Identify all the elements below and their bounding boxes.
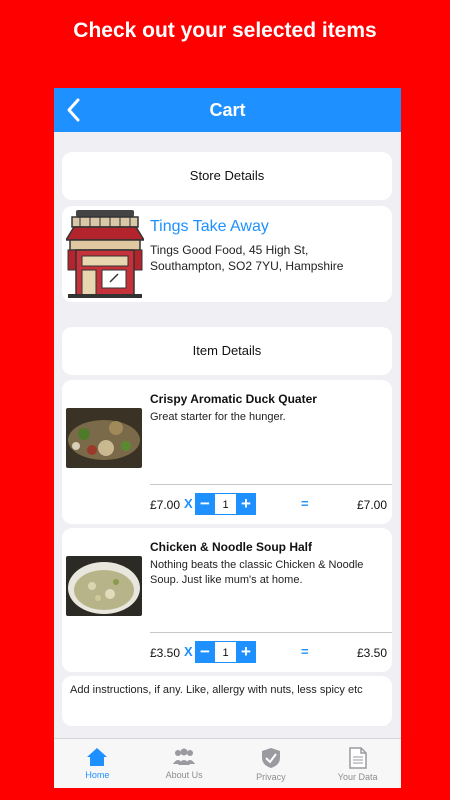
divider xyxy=(150,484,392,485)
tab-your-data[interactable]: Your Data xyxy=(314,739,401,788)
tab-privacy[interactable]: Privacy xyxy=(228,739,315,788)
line-total: £3.50 xyxy=(356,646,387,660)
people-icon xyxy=(173,748,196,765)
item-name: Crispy Aromatic Duck Quater xyxy=(150,392,317,406)
store-card: Tings Take Away Tings Good Food, 45 High… xyxy=(62,206,392,302)
unit-price: £7.00 xyxy=(150,498,181,512)
increase-quantity-button[interactable]: + xyxy=(236,641,256,663)
decrease-quantity-button[interactable]: − xyxy=(195,493,215,515)
cart-item: Crispy Aromatic Duck Quater Great starte… xyxy=(62,380,392,524)
tab-about-us[interactable]: About Us xyxy=(141,739,228,788)
decrease-quantity-button[interactable]: − xyxy=(195,641,215,663)
store-name: Tings Take Away xyxy=(150,218,269,235)
soup-dish-photo xyxy=(66,556,142,616)
nav-bar: Cart xyxy=(54,88,401,132)
cart-item: Chicken & Noodle Soup Half Nothing beats… xyxy=(62,528,392,672)
quantity-stepper: − 1 + xyxy=(195,493,256,515)
storefront-icon xyxy=(66,210,144,298)
increase-quantity-button[interactable]: + xyxy=(236,493,256,515)
quantity-value[interactable]: 1 xyxy=(215,493,236,515)
multiply-sign: X xyxy=(184,644,193,659)
duck-dish-photo xyxy=(66,408,142,468)
home-icon xyxy=(87,748,108,766)
equals-sign: = xyxy=(301,496,309,511)
line-total: £7.00 xyxy=(356,498,387,512)
instructions-field[interactable]: Add instructions, if any. Like, allergy … xyxy=(62,676,392,726)
tab-your-data-label: Your Data xyxy=(337,772,378,782)
tab-home-label: Home xyxy=(85,770,110,780)
phone-screen: Cart Store Details Tings Take Away Tings… xyxy=(54,88,401,788)
multiply-sign: X xyxy=(184,496,193,511)
tab-bar: Home About Us Privacy Your Data xyxy=(54,738,401,788)
item-details-header: Item Details xyxy=(62,327,392,375)
promo-headline: Check out your selected items xyxy=(73,19,377,42)
page-title: Cart xyxy=(209,100,246,120)
quantity-value[interactable]: 1 xyxy=(215,641,236,663)
item-name: Chicken & Noodle Soup Half xyxy=(150,540,313,554)
tab-privacy-label: Privacy xyxy=(256,772,286,782)
store-details-header: Store Details xyxy=(62,152,392,200)
document-icon xyxy=(348,747,367,769)
divider xyxy=(150,632,392,633)
shield-check-icon xyxy=(261,748,280,768)
tab-home[interactable]: Home xyxy=(54,739,141,788)
store-address: Tings Good Food, 45 High St, Southampton… xyxy=(150,243,344,273)
item-description: Great starter for the hunger. xyxy=(150,411,286,423)
quantity-stepper: − 1 + xyxy=(195,641,256,663)
unit-price: £3.50 xyxy=(150,646,181,660)
tab-about-us-label: About Us xyxy=(165,770,203,780)
item-description: Nothing beats the classic Chicken & Nood… xyxy=(150,559,364,586)
equals-sign: = xyxy=(301,644,309,659)
